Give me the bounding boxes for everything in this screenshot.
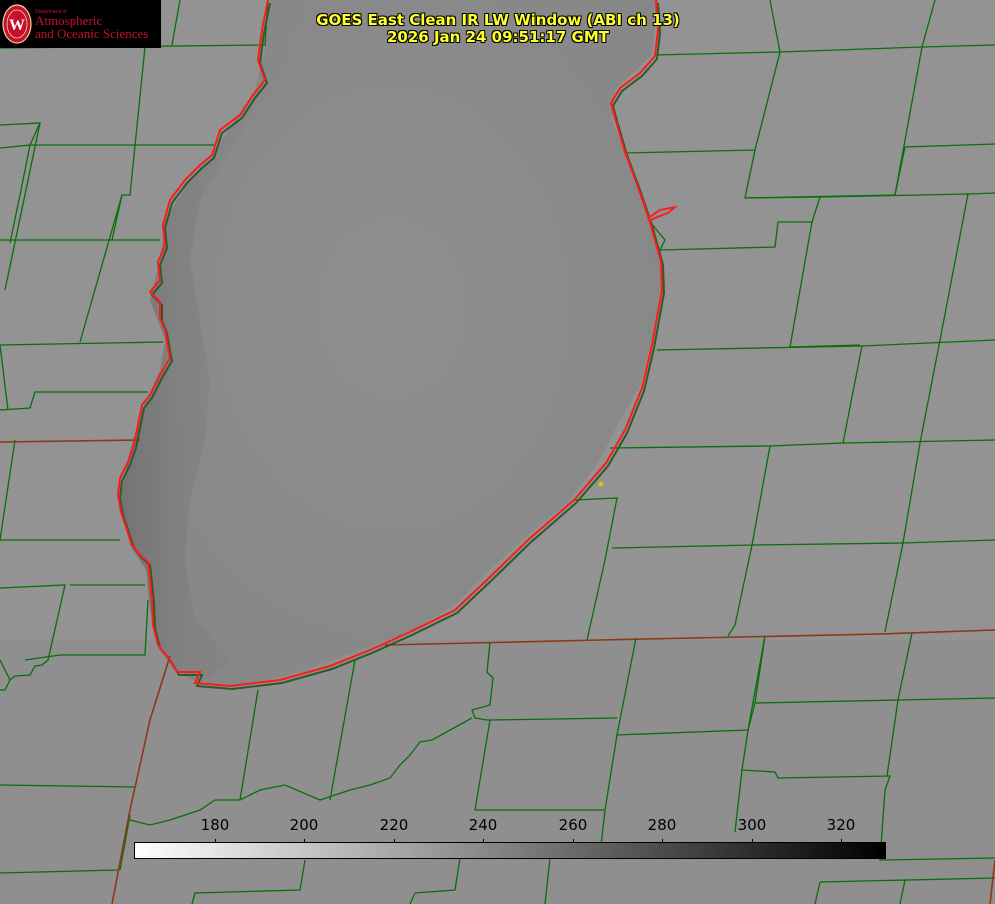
colorbar-tick-label: 200 (289, 816, 319, 834)
title-timestamp: 2026 Jan 24 09:51:17 GMT (387, 28, 609, 46)
logo-line2: and Oceanic Sciences (35, 26, 149, 41)
colorbar-tick-label: 280 (647, 816, 677, 834)
station-dot (598, 481, 604, 487)
colorbar-tick-label: 320 (826, 816, 856, 834)
colorbar-tick-labels: 180 200 220 240 260 280 300 320 (0, 812, 995, 844)
image-title: GOES East Clean IR LW Window (ABI ch 13)… (298, 12, 698, 46)
colorbar-tick-label: 220 (379, 816, 409, 834)
colorbar-tick-label: 300 (737, 816, 767, 834)
colorbar-tick-label: 240 (468, 816, 498, 834)
temperature-colorbar (134, 842, 886, 859)
uw-crest-icon: W (2, 4, 32, 44)
colorbar-tick-label: 180 (200, 816, 230, 834)
crest-letter: W (9, 17, 25, 34)
title-product: GOES East Clean IR LW Window (ABI ch 13) (316, 11, 680, 29)
aos-logo: W Department of Atmospheric and Oceanic … (0, 0, 161, 48)
satellite-map[interactable] (0, 0, 995, 904)
colorbar-tick-label: 260 (558, 816, 588, 834)
land-shade (0, 640, 995, 904)
